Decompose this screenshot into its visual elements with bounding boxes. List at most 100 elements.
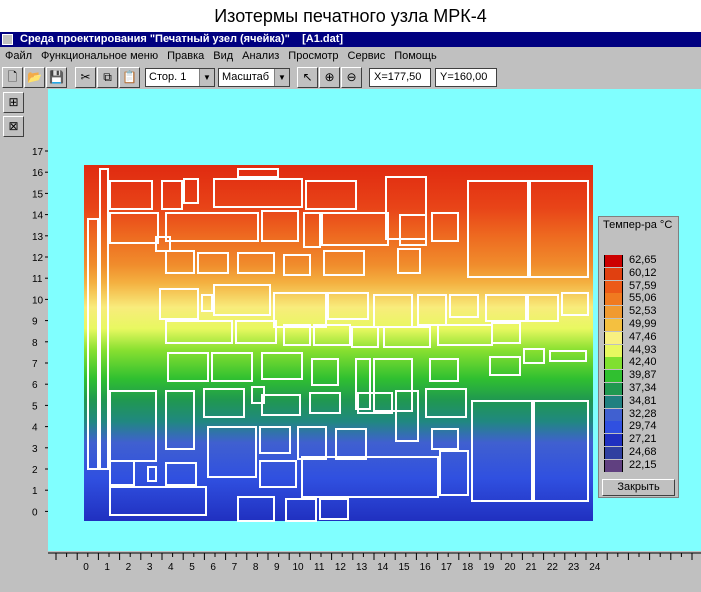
copy-icon[interactable]: ⧉ — [97, 67, 118, 88]
x-tick-label: 18 — [462, 562, 474, 573]
paste-icon[interactable]: 📋 — [119, 67, 140, 88]
y-tick-label: 10 — [32, 295, 44, 306]
legend-value: 62,65 — [629, 254, 657, 266]
legend-value: 47,46 — [629, 330, 657, 343]
pointer-icon[interactable]: ↖ — [297, 67, 318, 88]
legend-swatch — [604, 383, 623, 395]
x-tick-label: 11 — [314, 562, 325, 573]
x-tick-label: 14 — [377, 562, 389, 573]
legend-swatch — [604, 306, 623, 319]
legend-value: 32,28 — [629, 407, 657, 420]
legend-swatch — [604, 421, 623, 434]
x-tick-label: 21 — [526, 562, 538, 573]
save-icon[interactable]: 💾 — [46, 67, 67, 88]
x-tick-label: 24 — [589, 562, 601, 573]
app-icon — [2, 34, 13, 45]
new-file-icon[interactable]: 🗋 — [2, 67, 23, 88]
y-tick-label: 1 — [32, 486, 38, 497]
menu-edit[interactable]: Правка — [167, 50, 204, 62]
page-select[interactable]: Стор. 1 ▼ — [145, 68, 215, 87]
legend-swatch — [604, 357, 623, 370]
legend-swatch — [604, 331, 623, 344]
x-tick-label: 15 — [398, 562, 410, 573]
menu-view[interactable]: Вид — [213, 50, 233, 62]
legend-value: 37,34 — [629, 382, 657, 394]
x-tick-label: 9 — [274, 562, 280, 573]
y-tick-label: 3 — [32, 444, 38, 455]
x-tick-label: 1 — [104, 562, 110, 573]
legend-value: 22,15 — [629, 458, 657, 471]
y-tick-label: 7 — [32, 359, 38, 370]
x-tick-label: 10 — [292, 562, 304, 573]
legend-title: Темпер-ра °С — [603, 219, 673, 231]
legend-value: 55,06 — [629, 292, 657, 305]
legend-value: 44,93 — [629, 343, 657, 356]
legend-value: 24,68 — [629, 446, 657, 458]
delete-component-icon[interactable]: ⊠ — [3, 116, 24, 137]
legend-value: 29,74 — [629, 420, 657, 433]
x-tick-label: 3 — [147, 562, 153, 573]
y-tick-label: 16 — [32, 168, 44, 179]
y-coordinate-readout: Y=160,00 — [435, 68, 497, 87]
legend-swatch — [604, 344, 623, 357]
legend-swatch — [604, 280, 623, 293]
y-tick-label: 17 — [32, 147, 44, 158]
x-tick-label: 7 — [232, 562, 238, 573]
zoom-out-icon[interactable]: ⊖ — [341, 67, 362, 88]
legend-value: 34,81 — [629, 394, 657, 407]
figure-caption: Изотермы печатного узла МРК-4 — [214, 6, 487, 26]
menu-service[interactable]: Сервис — [348, 50, 386, 62]
y-tick-label: 2 — [32, 465, 38, 476]
y-tick-label: 5 — [32, 401, 38, 412]
x-tick-label: 2 — [126, 562, 132, 573]
legend-swatch — [604, 267, 623, 280]
scale-select-value: Масштаб — [222, 71, 270, 83]
menu-functional[interactable]: Функциональное меню — [41, 50, 158, 62]
legend-swatch — [604, 255, 623, 267]
y-tick-label: 14 — [32, 211, 44, 222]
legend-swatch — [604, 434, 623, 447]
legend-swatch — [604, 395, 623, 408]
legend-value: 52,53 — [629, 305, 657, 318]
legend-swatch — [604, 447, 623, 459]
y-tick-label: 4 — [32, 423, 38, 434]
cut-icon[interactable]: ✂ — [75, 67, 96, 88]
y-tick-label: 9 — [32, 317, 38, 328]
x-tick-label: 0 — [83, 562, 89, 573]
left-tool-panel: ⊞ ⊠ — [0, 89, 30, 559]
x-tick-label: 20 — [504, 562, 516, 573]
board-select-icon[interactable]: ⊞ — [3, 92, 24, 113]
x-tick-label: 4 — [168, 562, 174, 573]
x-tick-label: 17 — [441, 562, 453, 573]
legend-value: 42,40 — [629, 356, 657, 369]
menu-bar: Файл Функциональное меню Правка Вид Анализ Пр… — [0, 48, 701, 64]
x-tick-label: 19 — [483, 562, 495, 573]
legend-value: 60,12 — [629, 266, 657, 279]
scale-select[interactable]: Масштаб ▼ — [218, 68, 290, 87]
menu-preview[interactable]: Просмотр — [288, 50, 338, 62]
legend-swatch — [604, 370, 623, 383]
legend-swatch — [604, 319, 623, 331]
x-tick-label: 23 — [568, 562, 580, 573]
page-select-value: Стор. 1 — [149, 71, 187, 83]
y-tick-label: 11 — [32, 274, 43, 285]
menu-analysis[interactable]: Анализ — [242, 50, 279, 62]
legend-swatch — [604, 408, 623, 421]
y-tick-label: 8 — [32, 338, 38, 349]
chevron-down-icon: ▼ — [274, 69, 289, 86]
temperature-legend: Темпер-ра °С 62,65 60,12 57,59 55,06 52,53 49… — [598, 216, 679, 498]
legend-value: 57,59 — [629, 279, 657, 292]
close-legend-button[interactable]: Закрыть — [602, 479, 675, 496]
vertical-ruler-ticks: 17161514131211109876543210 — [32, 147, 48, 518]
legend-value: 27,21 — [629, 433, 657, 446]
menu-help[interactable]: Помощь — [394, 50, 437, 62]
y-tick-label: 12 — [32, 253, 44, 264]
title-bar: Среда проектирования "Печатный узел (яче… — [0, 32, 701, 47]
zoom-in-icon[interactable]: ⊕ — [319, 67, 340, 88]
open-folder-icon[interactable]: 📂 — [24, 67, 45, 88]
main-toolbar: 🗋 📂 💾 ✂ ⧉ 📋 Стор. 1 ▼ Масштаб ▼ ↖ ⊕ ⊖ X=… — [0, 65, 701, 91]
y-tick-label: 13 — [32, 232, 44, 243]
x-tick-label: 8 — [253, 562, 259, 573]
menu-file[interactable]: Файл — [5, 50, 32, 62]
x-tick-label: 6 — [210, 562, 216, 573]
